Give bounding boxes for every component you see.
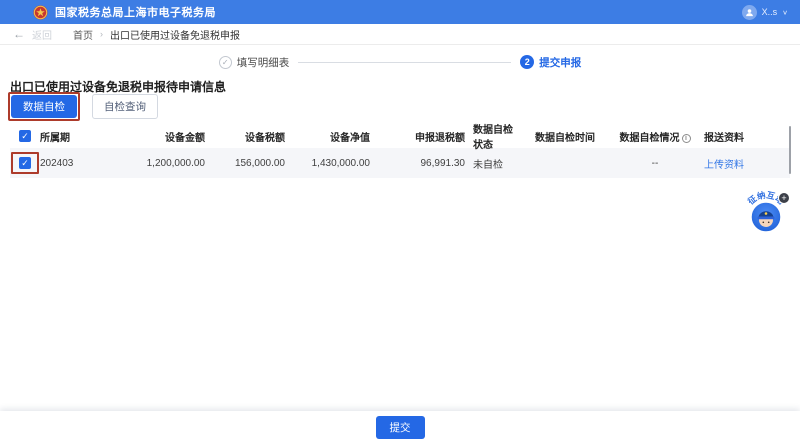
pending-application-table: ✓ 所属期 设备金额 设备税额 设备净值 申报退税额 数据自检状态 数据自检时间… xyxy=(10,124,790,178)
select-all-checkbox[interactable]: ✓ xyxy=(19,130,31,142)
mascot-hat-badge xyxy=(765,212,768,215)
mascot-eye-right xyxy=(768,222,770,224)
step-done-check-icon: ✓ xyxy=(219,56,232,69)
action-button-row: 数据自检 自检查询 xyxy=(8,92,158,121)
breadcrumb-current-page: 出口已使用过设备免退税申报 xyxy=(110,27,240,42)
table-header-row: ✓ 所属期 设备金额 设备税额 设备净值 申报退税额 数据自检状态 数据自检时间… xyxy=(10,124,790,148)
user-name: X..s xyxy=(762,7,778,17)
chevron-down-icon: ∨ xyxy=(782,8,788,15)
back-arrow-icon[interactable]: ← xyxy=(13,28,25,40)
cell-equipment-tax: 156,000.00 xyxy=(205,158,285,169)
header-self-check-situation-label: 数据自检情况 xyxy=(620,133,680,144)
cell-declared-refund: 96,991.30 xyxy=(370,158,465,169)
info-icon[interactable]: i xyxy=(682,134,691,143)
header-equipment-amount: 设备金额 xyxy=(95,129,205,144)
back-button-label[interactable]: 返回 xyxy=(32,27,52,42)
upload-material-link[interactable]: 上传资料 xyxy=(704,160,744,171)
cell-period: 202403 xyxy=(40,158,95,169)
annotation-box-row-checkbox: ✓ xyxy=(11,152,39,174)
header-self-check-situation: 数据自检情况i xyxy=(610,129,700,144)
header-period: 所属期 xyxy=(40,129,95,144)
tax-emblem-logo xyxy=(33,5,48,20)
user-avatar-icon xyxy=(742,5,757,20)
header-self-check-status: 数据自检状态 xyxy=(465,121,520,151)
data-self-check-button[interactable]: 数据自检 xyxy=(11,95,77,118)
app-brand: 国家税务总局上海市电子税务局 xyxy=(33,4,216,20)
table-scrollbar[interactable] xyxy=(789,126,791,174)
mascot-badge-icon[interactable]: + xyxy=(779,193,790,204)
breadcrumb-separator-icon: › xyxy=(100,29,103,39)
app-title: 国家税务总局上海市电子税务局 xyxy=(55,4,216,20)
header-equipment-tax: 设备税额 xyxy=(205,129,285,144)
cell-self-check-situation: -- xyxy=(610,158,700,169)
svg-text:+: + xyxy=(781,193,786,203)
step-2-label: 提交申报 xyxy=(539,55,581,70)
app-header: 国家税务总局上海市电子税务局 X..s ∨ xyxy=(0,0,800,24)
header-equipment-net-value: 设备净值 xyxy=(285,129,370,144)
footer-bar: 提交 xyxy=(0,411,800,444)
cell-equipment-net-value: 1,430,000.00 xyxy=(285,158,370,169)
header-self-check-time: 数据自检时间 xyxy=(520,129,610,144)
annotation-box-self-check: 数据自检 xyxy=(8,92,80,121)
step-2-number-badge: 2 xyxy=(520,55,534,69)
step-1-fill-detail-form: ✓ 填写明细表 xyxy=(219,55,290,70)
submit-button[interactable]: 提交 xyxy=(376,416,425,439)
mascot-eye-left xyxy=(763,222,765,224)
mascot-hat-brim xyxy=(758,217,775,220)
step-1-label: 填写明细表 xyxy=(237,55,290,70)
table-row: ✓ 202403 1,200,000.00 156,000.00 1,430,0… xyxy=(10,148,790,178)
header-submitted-material: 报送资料 xyxy=(700,129,780,144)
cell-self-check-status: 未自检 xyxy=(465,156,520,171)
step-connector-line xyxy=(298,62,511,63)
interaction-mascot[interactable]: 征纳互动 + xyxy=(738,186,794,242)
row-checkbox[interactable]: ✓ xyxy=(19,157,31,169)
wizard-stepper: ✓ 填写明细表 2 提交申报 xyxy=(0,54,800,70)
self-check-query-button[interactable]: 自检查询 xyxy=(92,94,158,119)
breadcrumb-home[interactable]: 首页 xyxy=(73,27,93,42)
breadcrumb: ← 返回 首页 › 出口已使用过设备免退税申报 xyxy=(0,24,800,45)
user-menu[interactable]: X..s ∨ xyxy=(742,5,788,20)
header-declared-refund: 申报退税额 xyxy=(370,129,465,144)
cell-equipment-amount: 1,200,000.00 xyxy=(95,158,205,169)
step-2-submit-declaration: 2 提交申报 xyxy=(520,55,581,70)
